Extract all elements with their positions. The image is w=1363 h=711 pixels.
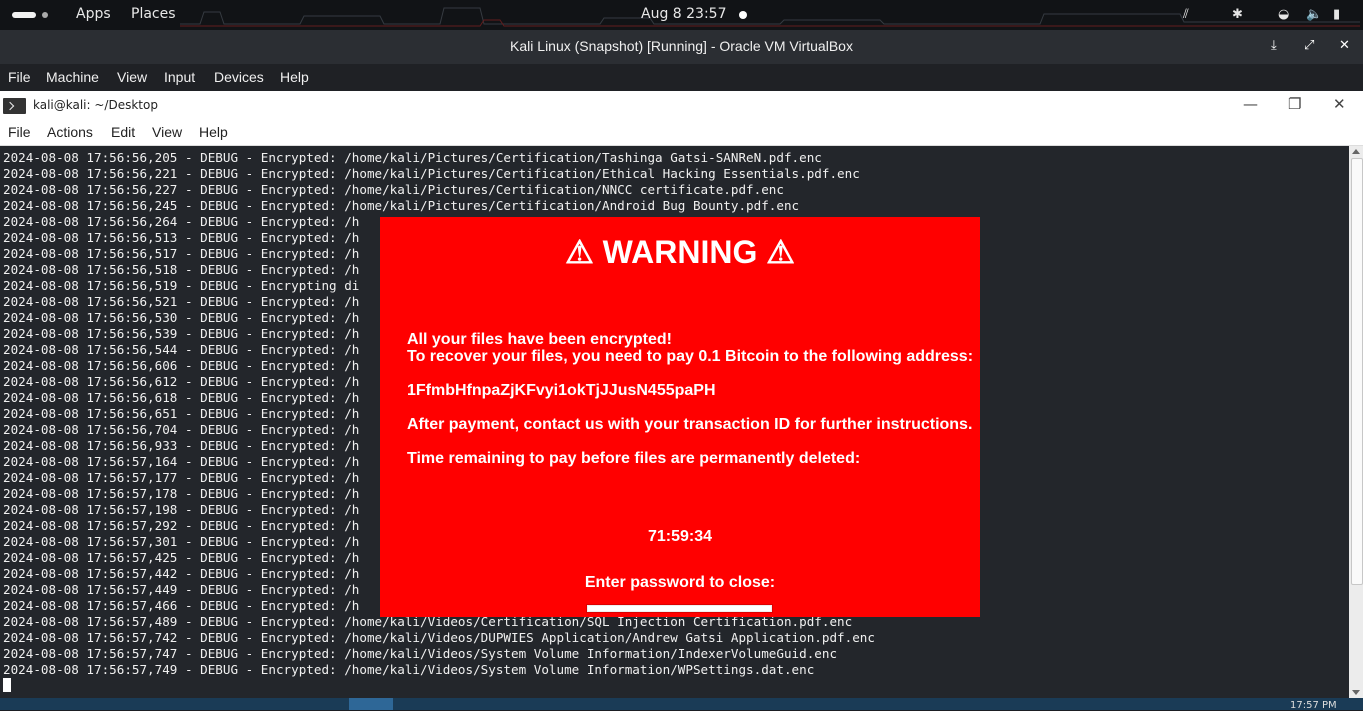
terminal-line: 2024-08-08 17:56:57,466 - DEBUG - Encryp… bbox=[3, 598, 360, 613]
ransom-window: ⚠ WARNING ⚠ All your files have been enc… bbox=[380, 217, 980, 617]
countdown-timer: 71:59:34 bbox=[647, 528, 713, 545]
taskbar-clock: 17:57 PM bbox=[1290, 700, 1337, 711]
clock[interactable]: Aug 8 23:57 bbox=[641, 6, 727, 22]
term-menu-actions[interactable]: Actions bbox=[47, 124, 93, 140]
terminal-menubar: File Actions Edit View Help bbox=[0, 120, 1363, 146]
taskbar-active-item[interactable] bbox=[349, 698, 393, 710]
close-icon[interactable]: ✕ bbox=[1333, 95, 1346, 113]
download-icon[interactable]: ⤓ bbox=[1271, 38, 1277, 53]
fullscreen-icon[interactable]: ⤢ bbox=[1304, 38, 1314, 53]
vbox-menu-input[interactable]: Input bbox=[164, 69, 195, 85]
terminal-line: 2024-08-08 17:56:56,513 - DEBUG - Encryp… bbox=[3, 230, 360, 245]
wifi-icon[interactable]: ◒ bbox=[1278, 7, 1289, 22]
text-cursor bbox=[3, 678, 11, 692]
terminal-scrollbar[interactable] bbox=[1349, 146, 1363, 698]
terminal-line: 2024-08-08 17:56:56,612 - DEBUG - Encryp… bbox=[3, 374, 360, 389]
vbox-menu-machine[interactable]: Machine bbox=[46, 69, 99, 85]
restore-icon[interactable]: ❐ bbox=[1288, 95, 1301, 113]
terminal-line: 2024-08-08 17:56:56,933 - DEBUG - Encryp… bbox=[3, 438, 360, 453]
terminal-line: 2024-08-08 17:56:56,227 - DEBUG - Encryp… bbox=[3, 182, 784, 197]
terminal-line: 2024-08-08 17:56:56,544 - DEBUG - Encryp… bbox=[3, 342, 360, 357]
terminal-icon bbox=[3, 98, 26, 114]
virtualbox-menubar: File Machine View Input Devices Help bbox=[0, 64, 1363, 91]
bluetooth-icon[interactable]: ✱ bbox=[1232, 7, 1243, 22]
payment-instruction: To recover your files, you need to pay 0… bbox=[407, 348, 974, 365]
terminal-line: 2024-08-08 17:56:57,292 - DEBUG - Encryp… bbox=[3, 518, 360, 533]
places-menu[interactable]: Places bbox=[131, 6, 176, 22]
battery-icon[interactable]: ▮ bbox=[1333, 7, 1340, 22]
network-speed-icon[interactable]: ⫽ bbox=[1183, 7, 1189, 22]
vbox-menu-help[interactable]: Help bbox=[280, 69, 309, 85]
terminal-titlebar: kali@kali: ~/Desktop — ❐ ✕ bbox=[0, 91, 1363, 120]
bitcoin-address: 1FfmbHfnpaZjKFvyi1okTjJJusN455paPH bbox=[407, 382, 716, 399]
scroll-down-icon[interactable] bbox=[1352, 690, 1360, 695]
terminal-line: 2024-08-08 17:56:57,198 - DEBUG - Encryp… bbox=[3, 502, 360, 517]
password-input[interactable] bbox=[587, 605, 772, 612]
terminal-line: 2024-08-08 17:56:56,606 - DEBUG - Encryp… bbox=[3, 358, 360, 373]
terminal-line: 2024-08-08 17:56:56,205 - DEBUG - Encryp… bbox=[3, 150, 822, 165]
scrollbar-thumb[interactable] bbox=[1351, 158, 1363, 585]
terminal-line: 2024-08-08 17:56:57,747 - DEBUG - Encryp… bbox=[3, 646, 838, 661]
workspace-dot-icon[interactable] bbox=[42, 12, 48, 18]
vbox-menu-view[interactable]: View bbox=[117, 69, 147, 85]
time-remaining-label: Time remaining to pay before files are p… bbox=[407, 450, 861, 467]
terminal-line: 2024-08-08 17:56:57,442 - DEBUG - Encryp… bbox=[3, 566, 360, 581]
warning-title: ⚠ WARNING ⚠ bbox=[565, 234, 795, 270]
terminal-line: 2024-08-08 17:56:57,742 - DEBUG - Encryp… bbox=[3, 630, 875, 645]
terminal-line: 2024-08-08 17:56:57,178 - DEBUG - Encryp… bbox=[3, 486, 360, 501]
taskbar: 17:57 PM bbox=[0, 698, 1363, 711]
vbox-menu-devices[interactable]: Devices bbox=[214, 69, 264, 85]
terminal-line: 2024-08-08 17:56:56,651 - DEBUG - Encryp… bbox=[3, 406, 360, 421]
encrypted-message: All your files have been encrypted! bbox=[407, 331, 672, 348]
terminal-line: 2024-08-08 17:56:56,704 - DEBUG - Encryp… bbox=[3, 422, 360, 437]
terminal-line: 2024-08-08 17:56:57,449 - DEBUG - Encryp… bbox=[3, 582, 360, 597]
terminal-line: 2024-08-08 17:56:57,749 - DEBUG - Encryp… bbox=[3, 662, 815, 677]
terminal-line: 2024-08-08 17:56:56,517 - DEBUG - Encryp… bbox=[3, 246, 360, 261]
term-menu-file[interactable]: File bbox=[8, 124, 31, 140]
scroll-up-icon[interactable] bbox=[1352, 149, 1360, 154]
terminal-line: 2024-08-08 17:56:56,221 - DEBUG - Encryp… bbox=[3, 166, 860, 181]
term-menu-view[interactable]: View bbox=[152, 124, 182, 140]
volume-icon[interactable]: 🔈 bbox=[1306, 7, 1322, 22]
menu-pill-icon[interactable] bbox=[12, 12, 36, 18]
term-menu-edit[interactable]: Edit bbox=[111, 124, 135, 140]
terminal-line: 2024-08-08 17:56:56,245 - DEBUG - Encryp… bbox=[3, 198, 800, 213]
terminal-line: 2024-08-08 17:56:56,264 - DEBUG - Encryp… bbox=[3, 214, 360, 229]
terminal-line: 2024-08-08 17:56:56,521 - DEBUG - Encryp… bbox=[3, 294, 360, 309]
terminal-line: 2024-08-08 17:56:56,519 - DEBUG - Encryp… bbox=[3, 278, 360, 293]
term-menu-help[interactable]: Help bbox=[199, 124, 228, 140]
terminal-line: 2024-08-08 17:56:57,177 - DEBUG - Encryp… bbox=[3, 470, 360, 485]
close-icon[interactable]: ✕ bbox=[1339, 38, 1350, 53]
virtualbox-titlebar: Kali Linux (Snapshot) [Running] - Oracle… bbox=[0, 30, 1363, 64]
terminal-line: 2024-08-08 17:56:57,425 - DEBUG - Encryp… bbox=[3, 550, 360, 565]
apps-menu[interactable]: Apps bbox=[76, 6, 111, 22]
terminal-line: 2024-08-08 17:56:56,618 - DEBUG - Encryp… bbox=[3, 390, 360, 405]
record-dot-icon bbox=[739, 11, 747, 19]
password-label: Enter password to close: bbox=[584, 574, 776, 591]
terminal-line: 2024-08-08 17:56:56,518 - DEBUG - Encryp… bbox=[3, 262, 360, 277]
terminal-line: 2024-08-08 17:56:57,164 - DEBUG - Encryp… bbox=[3, 454, 360, 469]
terminal-line: 2024-08-08 17:56:56,539 - DEBUG - Encryp… bbox=[3, 326, 360, 341]
terminal-title: kali@kali: ~/Desktop bbox=[33, 98, 158, 112]
top-panel: Apps Places Aug 8 23:57 ⫽ ✱ ◒ 🔈 ▮ bbox=[0, 0, 1363, 30]
minimize-icon[interactable]: — bbox=[1243, 95, 1258, 113]
terminal-line: 2024-08-08 17:56:57,301 - DEBUG - Encryp… bbox=[3, 534, 360, 549]
terminal-line: 2024-08-08 17:56:56,530 - DEBUG - Encryp… bbox=[3, 310, 360, 325]
contact-instruction: After payment, contact us with your tran… bbox=[407, 416, 973, 433]
vbox-menu-file[interactable]: File bbox=[8, 69, 31, 85]
window-title: Kali Linux (Snapshot) [Running] - Oracle… bbox=[510, 38, 853, 54]
